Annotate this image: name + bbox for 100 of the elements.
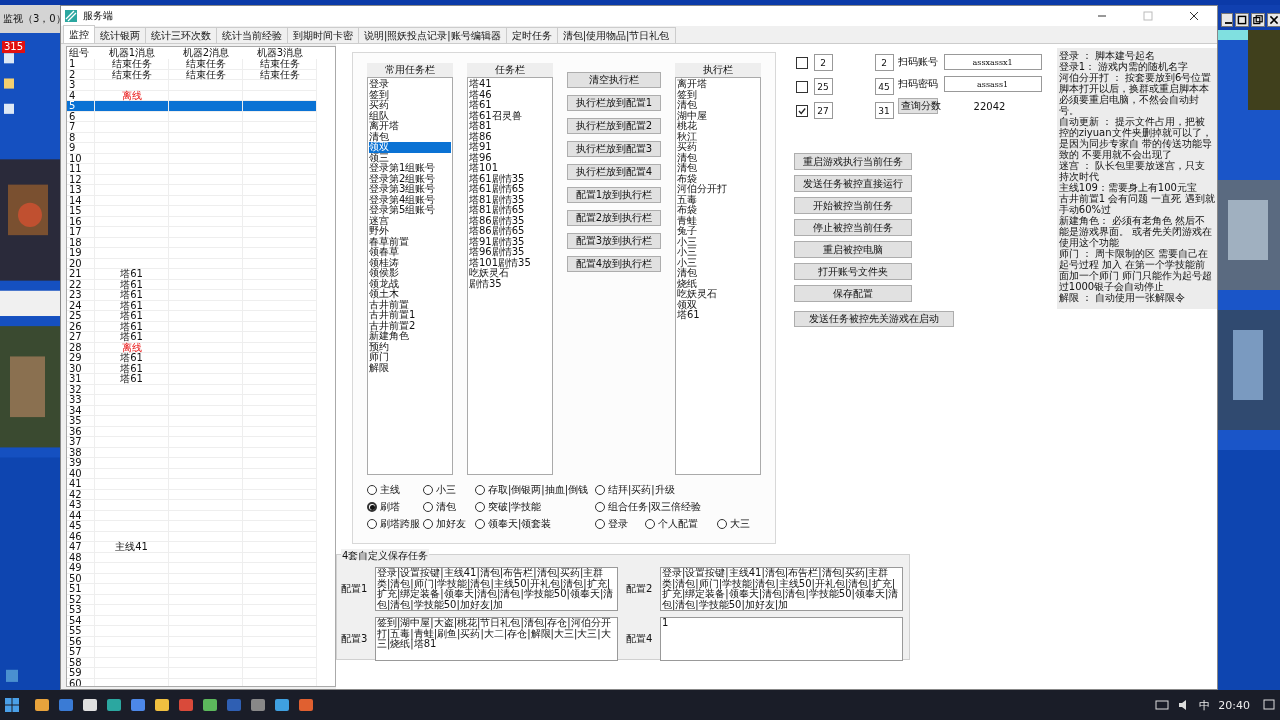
action-button[interactable]: 发送任务被控先关游戏在启动: [793, 311, 954, 327]
radio-button[interactable]: 加好友: [423, 517, 475, 531]
action-button[interactable]: 打开账号文件夹: [793, 263, 912, 280]
action-button[interactable]: 执行栏放到配置3: [567, 141, 661, 157]
table-row[interactable]: 1 结束任务 结束任务 结束任务: [67, 59, 317, 70]
table-row[interactable]: 17: [67, 227, 317, 238]
list-item[interactable]: 小三: [677, 236, 759, 247]
radio-button[interactable]: 大三: [717, 517, 763, 531]
radio-button[interactable]: 组合任务|双三倍经验: [595, 500, 763, 514]
number-field[interactable]: 45: [874, 78, 894, 95]
preset-field[interactable]: 签到|湖中屋|大盗|桃花|节日礼包|清包|存仓|河伯分开打|五毒|青蛙|刷鱼|买药|大二|存仓|解限|大三|大三|大三|烧纸|塔81: [375, 617, 618, 661]
action-button[interactable]: 配置3放到执行栏: [567, 233, 661, 249]
list-item[interactable]: 签到: [369, 89, 451, 100]
table-row[interactable]: 45: [67, 521, 317, 532]
list-item[interactable]: 塔61: [677, 310, 759, 321]
preset-field[interactable]: 登录|设置按键|主线41|清包|布告栏|清包|买药|主群类|清包|师门|学技能|清包|主线50|开礼包|清包|扩充|扩充|绑定装备|领奉天|清包|清包|学技能50|领奉天|清包|清包|学技能50|加好友|加: [375, 567, 618, 611]
table-row[interactable]: 14: [67, 195, 317, 206]
list-item[interactable]: 五毒: [677, 194, 759, 205]
radio-button[interactable]: 清包: [423, 500, 475, 514]
action-button[interactable]: 配置2放到执行栏: [567, 210, 661, 226]
list-item[interactable]: 布袋: [677, 173, 759, 184]
table-row[interactable]: 54: [67, 615, 317, 626]
list-item[interactable]: 清包: [677, 163, 759, 174]
tab[interactable]: 统计三环次数: [145, 27, 217, 43]
list-item[interactable]: 古井前置2: [369, 320, 451, 331]
list-item[interactable]: 离开塔: [369, 121, 451, 132]
action-button[interactable]: 保存配置: [793, 285, 912, 302]
list-item[interactable]: 小三: [677, 257, 759, 268]
action-button[interactable]: 清空执行栏: [567, 72, 661, 88]
preset-field[interactable]: 登录|设置按键|主线41|清包|布告栏|清包|买药|主群类|清包|师门|学技能|清包|主线50|开礼包|清包|扩充|扩充|绑定装备|领奉天|清包|清包|学技能50|领奉天|清包|清包|学技能50|加好友|加: [660, 567, 903, 611]
clock[interactable]: 20:40: [1218, 698, 1250, 712]
table-row[interactable]: 25 塔61: [67, 311, 317, 322]
table-row[interactable]: 36: [67, 426, 317, 437]
radio-button[interactable]: 小三: [423, 483, 475, 497]
list-item[interactable]: 新建角色: [369, 331, 451, 342]
restore-button[interactable]: [1250, 13, 1265, 27]
table-row[interactable]: 18: [67, 237, 317, 248]
list-item[interactable]: 烧纸: [677, 278, 759, 289]
list-item[interactable]: 清包: [677, 268, 759, 279]
table-row[interactable]: 42: [67, 489, 317, 500]
action-button[interactable]: 发送任务被控直接运行: [793, 175, 912, 192]
table-row[interactable]: 35: [67, 416, 317, 427]
list-item[interactable]: 塔86剧情65: [469, 226, 551, 237]
number-field[interactable]: 25: [813, 78, 833, 95]
table-row[interactable]: 56: [67, 636, 317, 647]
app-icon[interactable]: [154, 697, 170, 713]
list-item[interactable]: 解限: [369, 362, 451, 373]
table-row[interactable]: 8: [67, 132, 317, 143]
list-item[interactable]: 塔61: [469, 100, 551, 111]
list-item[interactable]: 布袋: [677, 205, 759, 216]
table-row[interactable]: 59: [67, 668, 317, 679]
table-row[interactable]: 19: [67, 248, 317, 259]
list-item[interactable]: 预约: [369, 341, 451, 352]
ime-indicator[interactable]: 中: [1199, 697, 1211, 713]
list-item[interactable]: 古井前置1: [369, 310, 451, 321]
table-row[interactable]: 44: [67, 510, 317, 521]
list-item[interactable]: 登录第1组账号: [369, 163, 451, 174]
table-row[interactable]: 41: [67, 479, 317, 490]
app-icon[interactable]: [274, 697, 290, 713]
list-item[interactable]: 塔96: [469, 152, 551, 163]
radio-button[interactable]: 领奉天|领套装: [475, 517, 595, 531]
list-item[interactable]: 塔61召灵兽: [469, 110, 551, 121]
tab[interactable]: 说明|照妖投点记录|账号编辑器: [358, 27, 507, 43]
network-icon[interactable]: [1155, 698, 1170, 712]
close-button[interactable]: [1266, 13, 1280, 27]
tab[interactable]: 统计银两: [94, 27, 146, 43]
table-row[interactable]: 16: [67, 216, 317, 227]
app-icon[interactable]: [202, 697, 218, 713]
tab[interactable]: 到期时间卡密: [287, 27, 359, 43]
list-item[interactable]: 塔61剧情65: [469, 184, 551, 195]
list-item[interactable]: 组队: [369, 110, 451, 121]
list-item[interactable]: 领土木: [369, 289, 451, 300]
list-item[interactable]: 清包: [677, 100, 759, 111]
action-button[interactable]: 停止被控当前任务: [793, 219, 912, 236]
table-row[interactable]: 60: [67, 678, 317, 686]
table-row[interactable]: 24 塔61: [67, 300, 317, 311]
list-item[interactable]: 青蛙: [677, 215, 759, 226]
list-item[interactable]: 湖中屋: [677, 110, 759, 121]
list-item[interactable]: 塔91剧情35: [469, 236, 551, 247]
table-row[interactable]: 13: [67, 185, 317, 196]
list-item[interactable]: 小三: [677, 247, 759, 258]
list-item[interactable]: 塔81: [469, 121, 551, 132]
app-icon[interactable]: [34, 697, 50, 713]
list-item[interactable]: 塔101剧情35: [469, 257, 551, 268]
table-row[interactable]: 39: [67, 458, 317, 469]
table-row[interactable]: 9: [67, 143, 317, 154]
table-row[interactable]: 2 结束任务 结束任务 结束任务: [67, 69, 317, 80]
close-icon[interactable]: [1189, 11, 1199, 21]
radio-button[interactable]: 结拜|买药|升级: [595, 483, 763, 497]
input-field[interactable]: assxassx1: [943, 54, 1042, 70]
radio-button[interactable]: 存取|倒银两|抽血|倒钱: [475, 483, 595, 497]
list-item[interactable]: 塔81剧情35: [469, 194, 551, 205]
table-row[interactable]: 20: [67, 258, 317, 269]
table-row[interactable]: 15: [67, 206, 317, 217]
list-item[interactable]: 清包: [369, 131, 451, 142]
table-row[interactable]: 31 塔61: [67, 374, 317, 385]
table-row[interactable]: 22 塔61: [67, 279, 317, 290]
table-row[interactable]: 37: [67, 437, 317, 448]
table-row[interactable]: 27 塔61: [67, 332, 317, 343]
list-item[interactable]: 离开塔: [677, 79, 759, 90]
